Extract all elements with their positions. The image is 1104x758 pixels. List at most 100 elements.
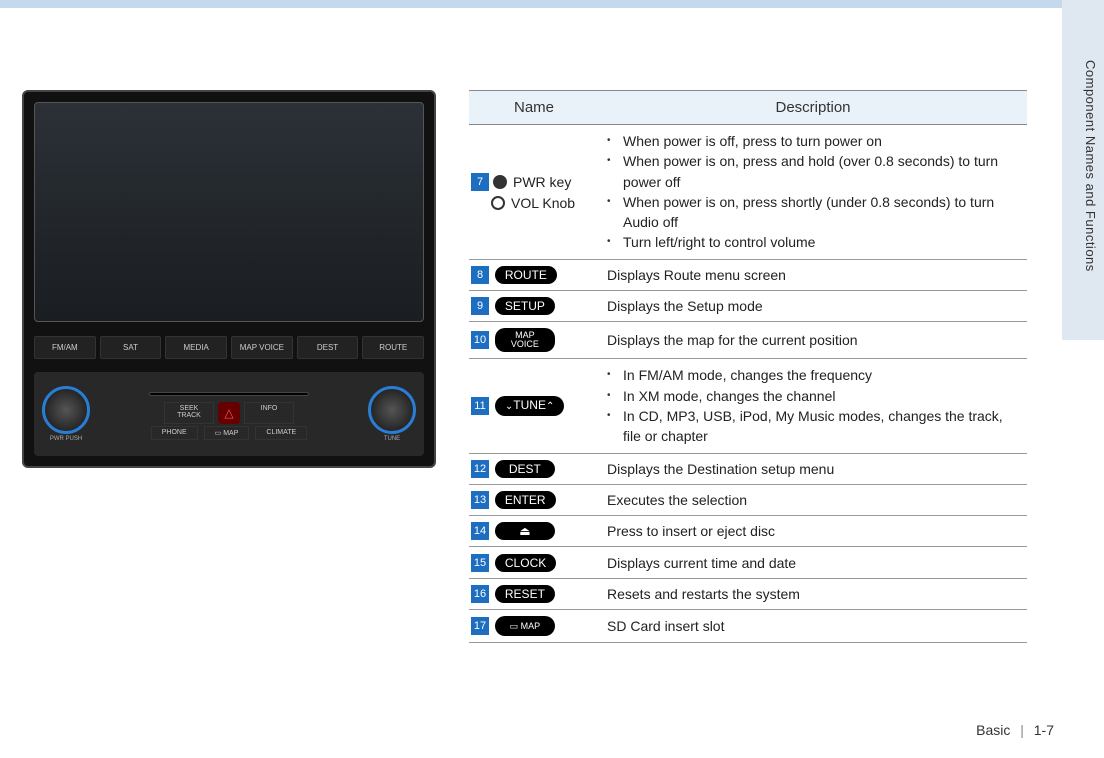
- device-btn-fmam: FM/AM: [34, 336, 96, 359]
- row-12-name: 12 DEST: [469, 453, 599, 484]
- device-info: INFO: [244, 402, 294, 424]
- row-14-name: 14 ⏏: [469, 516, 599, 547]
- desc-item: Turn left/right to control volume: [619, 232, 1019, 252]
- table-row: 14 ⏏ Press to insert or eject disc: [469, 516, 1027, 547]
- component-table: Name Description 7 PWR key VOL: [469, 90, 1027, 643]
- row-12-desc: Displays the Destination setup menu: [599, 453, 1027, 484]
- page-footer: Basic | 1-7: [976, 722, 1054, 738]
- table-row: 7 PWR key VOL Knob When power is off, pr…: [469, 125, 1027, 260]
- tune-text: TUNE: [513, 398, 546, 412]
- row-14-desc: Press to insert or eject disc: [599, 516, 1027, 547]
- tune-knob: [368, 386, 416, 434]
- badge-9: 9: [471, 297, 489, 315]
- row-9-name: 9 SETUP: [469, 291, 599, 322]
- pill-reset: RESET: [495, 585, 555, 603]
- table-row: 11 ⌄TUNE⌃ In FM/AM mode, changes the fre…: [469, 359, 1027, 453]
- badge-16: 16: [471, 585, 489, 603]
- pill-setup: SETUP: [495, 297, 555, 315]
- head-unit-image: FM/AM SAT MEDIA MAP VOICE DEST ROUTE PWR…: [22, 90, 436, 468]
- table-row: 12 DEST Displays the Destination setup m…: [469, 453, 1027, 484]
- badge-13: 13: [471, 491, 489, 509]
- row-11-name: 11 ⌄TUNE⌃: [469, 359, 599, 453]
- table-row: 15 CLOCK Displays current time and date: [469, 547, 1027, 578]
- device-button-row: FM/AM SAT MEDIA MAP VOICE DEST ROUTE: [34, 336, 424, 359]
- badge-10: 10: [471, 331, 489, 349]
- chevron-up-icon: ⌃: [546, 401, 554, 412]
- pill-tune: ⌄TUNE⌃: [495, 396, 564, 416]
- device-seek: SEEK TRACK: [164, 402, 214, 424]
- row-16-desc: Resets and restarts the system: [599, 578, 1027, 609]
- badge-15: 15: [471, 554, 489, 572]
- device-phone: PHONE: [151, 426, 198, 440]
- row-10-desc: Displays the map for the current positio…: [599, 322, 1027, 359]
- footer-separator: |: [1020, 722, 1024, 738]
- badge-17: 17: [471, 617, 489, 635]
- desc-item: In XM mode, changes the channel: [619, 386, 1019, 406]
- pill-map-voice: MAP VOICE: [495, 328, 555, 352]
- row-7-desc: When power is off, press to turn power o…: [599, 125, 1027, 260]
- row-11-desc: In FM/AM mode, changes the frequency In …: [599, 359, 1027, 453]
- device-tune-label: TUNE: [384, 436, 400, 442]
- table-row: 9 SETUP Displays the Setup mode: [469, 291, 1027, 322]
- row-16-name: 16 RESET: [469, 578, 599, 609]
- pill-sd-map: ▭ MAP: [495, 616, 555, 636]
- vol-knob-text: VOL Knob: [511, 195, 575, 211]
- device-lower-panel: PWR PUSH SEEK TRACK △ INFO PHONE ▭ MAP C…: [34, 372, 424, 456]
- col-header-description: Description: [599, 91, 1027, 125]
- device-screen: [34, 102, 424, 322]
- device-climate: CLIMATE: [255, 426, 307, 440]
- vol-knob-icon: [491, 196, 505, 210]
- section-title-vertical: Component Names and Functions: [1083, 60, 1098, 272]
- badge-7: 7: [471, 173, 489, 191]
- row-10-name: 10 MAP VOICE: [469, 322, 599, 359]
- pwr-key-text: PWR key: [513, 174, 571, 190]
- table-header-row: Name Description: [469, 91, 1027, 125]
- table-row: 17 ▭ MAP SD Card insert slot: [469, 610, 1027, 643]
- row-9-desc: Displays the Setup mode: [599, 291, 1027, 322]
- device-center: SEEK TRACK △ INFO PHONE ▭ MAP CLIMATE: [90, 388, 368, 440]
- hazard-icon: △: [218, 402, 240, 424]
- device-pwr-label: PWR PUSH: [50, 436, 82, 442]
- top-accent-bar: [0, 0, 1104, 8]
- device-map: ▭ MAP: [204, 426, 250, 440]
- row-13-name: 13 ENTER: [469, 484, 599, 515]
- pwr-vol-knob: [42, 386, 90, 434]
- footer-section: Basic: [976, 722, 1010, 738]
- pill-map-line2: VOICE: [511, 339, 539, 349]
- eject-icon: ⏏: [519, 524, 530, 538]
- col-header-name: Name: [469, 91, 599, 125]
- device-btn-sat: SAT: [100, 336, 162, 359]
- row-17-name: 17 ▭ MAP: [469, 610, 599, 643]
- row-8-name: 8 ROUTE: [469, 259, 599, 290]
- row-15-name: 15 CLOCK: [469, 547, 599, 578]
- desc-item: When power is off, press to turn power o…: [619, 131, 1019, 151]
- footer-page: 1-7: [1034, 722, 1054, 738]
- desc-item: When power is on, press shortly (under 0…: [619, 192, 1019, 233]
- table-row: 13 ENTER Executes the selection: [469, 484, 1027, 515]
- row-8-desc: Displays Route menu screen: [599, 259, 1027, 290]
- device-btn-dest: DEST: [297, 336, 359, 359]
- row-7-name: 7 PWR key VOL Knob: [469, 125, 599, 260]
- table-row: 16 RESET Resets and restarts the system: [469, 578, 1027, 609]
- row-17-desc: SD Card insert slot: [599, 610, 1027, 643]
- table-row: 8 ROUTE Displays Route menu screen: [469, 259, 1027, 290]
- badge-14: 14: [471, 522, 489, 540]
- device-btn-mapvoice: MAP VOICE: [231, 336, 293, 359]
- desc-item: In FM/AM mode, changes the frequency: [619, 365, 1019, 385]
- badge-11: 11: [471, 397, 489, 415]
- power-icon: [493, 175, 507, 189]
- device-btn-media: MEDIA: [165, 336, 227, 359]
- pill-clock: CLOCK: [495, 554, 556, 572]
- row-13-desc: Executes the selection: [599, 484, 1027, 515]
- device-btn-route: ROUTE: [362, 336, 424, 359]
- badge-8: 8: [471, 266, 489, 284]
- row-15-desc: Displays current time and date: [599, 547, 1027, 578]
- badge-12: 12: [471, 460, 489, 478]
- pill-dest: DEST: [495, 460, 555, 478]
- table-row: 10 MAP VOICE Displays the map for the cu…: [469, 322, 1027, 359]
- desc-item: When power is on, press and hold (over 0…: [619, 151, 1019, 192]
- disc-slot: [149, 392, 309, 396]
- pill-enter: ENTER: [495, 491, 556, 509]
- pill-route: ROUTE: [495, 266, 557, 284]
- pill-eject: ⏏: [495, 522, 555, 540]
